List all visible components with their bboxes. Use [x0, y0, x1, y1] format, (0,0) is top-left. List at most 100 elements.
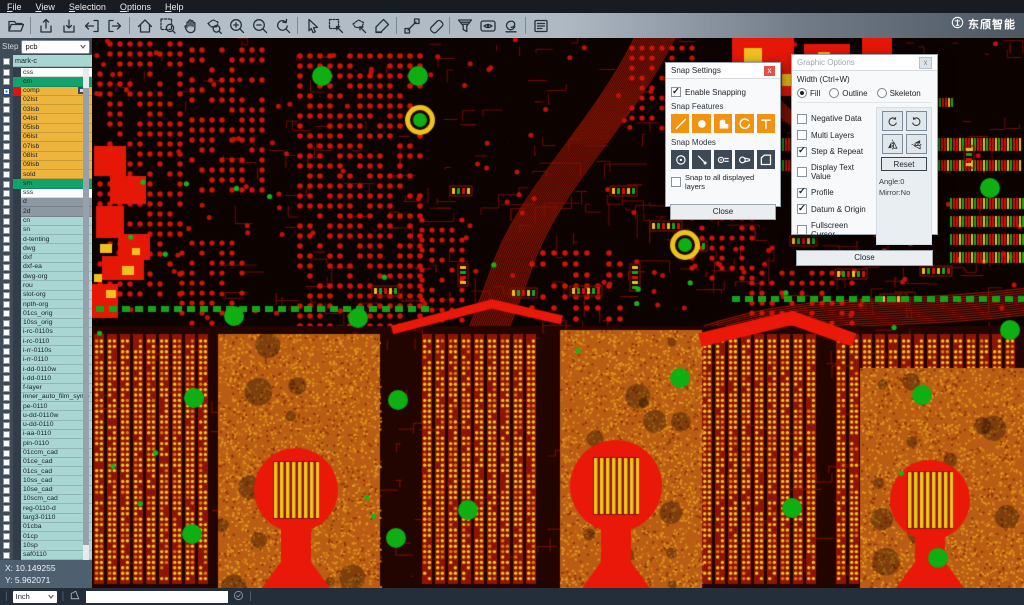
layer-row-10scm_cad[interactable]: 10scm_cad — [0, 495, 92, 504]
layer-row-reg-0110-d[interactable]: reg-0110-d — [0, 504, 92, 513]
option-checkbox[interactable] — [797, 147, 807, 157]
select-pointer-icon[interactable] — [301, 15, 324, 37]
layer-checkbox[interactable] — [3, 134, 10, 141]
layer-color-swatch[interactable] — [13, 179, 21, 188]
layer-row-pin-0110[interactable]: pin-0110 — [0, 439, 92, 448]
layer-row-comp[interactable]: comp — [0, 87, 92, 96]
layer-color-swatch[interactable] — [13, 421, 21, 430]
layer-color-swatch[interactable] — [13, 87, 21, 96]
layer-row-cn[interactable]: cn — [0, 217, 92, 226]
layer-row-saf0110[interactable]: saf0110 — [0, 551, 92, 560]
save-down-icon[interactable] — [57, 15, 80, 37]
select-polygon-icon[interactable] — [347, 15, 370, 37]
layer-checkbox[interactable] — [3, 338, 10, 345]
layer-checkbox[interactable] — [3, 171, 10, 178]
work-layer-row[interactable]: mark-c — [0, 55, 92, 67]
layer-color-swatch[interactable] — [13, 393, 21, 402]
layer-row-dxf-ea[interactable]: dxf-ea — [0, 263, 92, 272]
layer-row-i-dd-0110[interactable]: i-dd-0110 — [0, 374, 92, 383]
layer-color-swatch[interactable] — [13, 430, 21, 439]
layer-checkbox[interactable] — [3, 478, 10, 485]
mode-endpoint-button[interactable] — [692, 150, 710, 169]
width-radio-skeleton[interactable]: Skeleton — [877, 88, 921, 98]
step-select[interactable]: pcb — [21, 40, 90, 54]
filter-icon[interactable] — [453, 15, 476, 37]
layer-color-swatch[interactable] — [13, 254, 21, 263]
menu-item-view[interactable]: View — [29, 2, 62, 12]
option-datum-origin[interactable]: Datum & Origin — [797, 204, 872, 214]
layer-checkbox[interactable] — [3, 357, 10, 364]
layer-row-01cs_orig[interactable]: 01cs_orig — [0, 309, 92, 318]
layer-color-swatch[interactable] — [13, 235, 21, 244]
layer-row-i-dd-0110w[interactable]: i-dd-0110w — [0, 365, 92, 374]
enable-snapping-checkbox[interactable] — [671, 87, 681, 97]
layer-row-01ccm_cad[interactable]: 01ccm_cad — [0, 449, 92, 458]
layer-checkbox[interactable] — [3, 496, 10, 503]
layer-row-10se_cad[interactable]: 10se_cad — [0, 486, 92, 495]
layer-checkbox[interactable] — [3, 515, 10, 522]
layer-checkbox[interactable] — [3, 292, 10, 299]
layer-row-04lst[interactable]: 04lst — [0, 114, 92, 123]
layer-color-swatch[interactable] — [13, 384, 21, 393]
layer-color-swatch[interactable] — [13, 551, 21, 560]
layer-color-swatch[interactable] — [13, 514, 21, 523]
layer-checkbox[interactable] — [3, 403, 10, 410]
option-multi-layers[interactable]: Multi Layers — [797, 130, 872, 140]
width-radio-fill[interactable]: Fill — [797, 88, 820, 98]
snap-close-button[interactable]: Close — [670, 204, 776, 220]
layer-row-i-aa-0110[interactable]: i-aa-0110 — [0, 430, 92, 439]
layer-row-07lsb[interactable]: 07lsb — [0, 142, 92, 151]
layer-row-u-dd-0110w[interactable]: u-dd-0110w — [0, 411, 92, 420]
pan-hand-icon[interactable] — [179, 15, 202, 37]
layer-checkbox[interactable] — [3, 264, 10, 271]
layer-row-06lst[interactable]: 06lst — [0, 133, 92, 142]
layer-color-swatch[interactable] — [13, 217, 21, 226]
layer-color-swatch[interactable] — [13, 449, 21, 458]
layer-checkbox[interactable] — [3, 459, 10, 466]
layer-color-swatch[interactable] — [13, 68, 21, 77]
layer-color-swatch[interactable] — [13, 189, 21, 198]
layer-row-i-rc-0110s[interactable]: i-rc-0110s — [0, 328, 92, 337]
layer-checkbox[interactable] — [3, 422, 10, 429]
zoom-in-icon[interactable] — [225, 15, 248, 37]
enable-snapping-row[interactable]: Enable Snapping — [671, 87, 775, 97]
radio-dot[interactable] — [877, 88, 887, 98]
zoom-polygon-icon[interactable] — [202, 15, 225, 37]
layer-checkbox[interactable] — [3, 542, 10, 549]
corner-page-icon[interactable] — [69, 588, 81, 605]
layer-checkbox[interactable] — [3, 199, 10, 206]
layer-color-swatch[interactable] — [13, 523, 21, 532]
option-step-repeat[interactable]: Step & Repeat — [797, 147, 872, 157]
layer-color-swatch[interactable] — [13, 281, 21, 290]
layer-color-swatch[interactable] — [13, 411, 21, 420]
layer-row-09lsb[interactable]: 09lsb — [0, 161, 92, 170]
layer-list-scrollbar[interactable] — [83, 68, 89, 560]
layer-color-swatch[interactable] — [13, 96, 21, 105]
layer-color-swatch[interactable] — [13, 244, 21, 253]
scrollbar-thumb[interactable] — [83, 88, 89, 546]
layer-checkbox[interactable] — [3, 301, 10, 308]
layer-color-swatch[interactable] — [13, 272, 21, 281]
layer-checkbox[interactable] — [3, 218, 10, 225]
layer-checkbox[interactable] — [3, 413, 10, 420]
layer-checkbox[interactable] — [3, 227, 10, 234]
layer-row-d-tenting[interactable]: d-tenting — [0, 235, 92, 244]
refresh-check-icon[interactable] — [233, 588, 244, 605]
layer-row-02lst[interactable]: 02lst — [0, 96, 92, 105]
layer-checkbox[interactable] — [3, 273, 10, 280]
mode-center-button[interactable] — [671, 150, 689, 169]
layer-row-sn[interactable]: sn — [0, 226, 92, 235]
layer-row-inner_auto_film_symb[interactable]: inner_auto_film_symb — [0, 393, 92, 402]
layer-row-01cp[interactable]: 01cp — [0, 532, 92, 541]
layer-checkbox[interactable] — [3, 487, 10, 494]
layer-row-npth-org[interactable]: npth-org — [0, 300, 92, 309]
layer-checkbox[interactable] — [3, 320, 10, 327]
home-view-icon[interactable] — [133, 15, 156, 37]
layer-color-swatch[interactable] — [13, 207, 21, 216]
layer-color-swatch[interactable] — [13, 161, 21, 170]
reset-button[interactable]: Reset — [881, 157, 927, 171]
layer-checkbox[interactable] — [3, 385, 10, 392]
layer-checkbox[interactable] — [3, 366, 10, 373]
layer-row-01cba[interactable]: 01cba — [0, 523, 92, 532]
layer-color-swatch[interactable] — [13, 402, 21, 411]
